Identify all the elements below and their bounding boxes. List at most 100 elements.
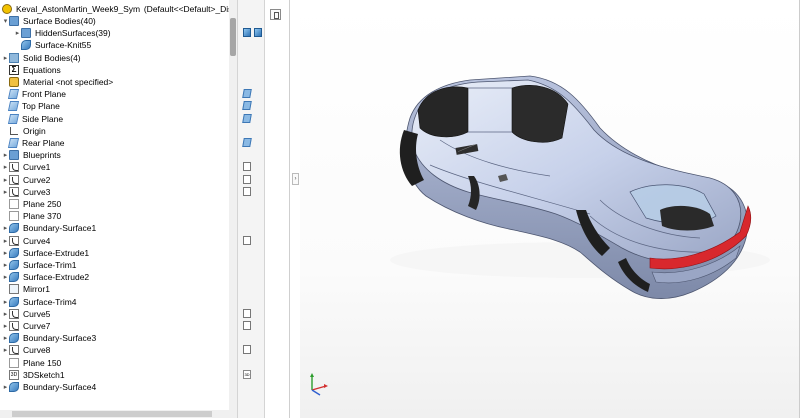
tree-item[interactable]: ▸ Surface-Extrude2 [0,271,229,283]
expand-arrow-icon[interactable]: ▸ [2,163,9,171]
tree-item-label: Curve8 [23,345,51,356]
expand-arrow-icon[interactable]: ▸ [2,383,9,391]
seat-left [417,86,469,138]
tree-item[interactable]: ▸ Curve5 [0,308,229,320]
tree-item[interactable]: ▸ Surface-Trim4 [0,296,229,308]
expand-arrow-icon[interactable]: ▸ [2,176,9,184]
tree-item[interactable]: ▸ Curve3 [0,186,229,198]
tree-item[interactable]: Rear Plane [0,137,229,149]
expand-arrow-icon[interactable]: ▸ [14,29,21,37]
plane-icon[interactable] [242,89,252,99]
expand-arrow-icon[interactable]: ▸ [2,322,9,330]
tree-item[interactable]: Σ Equations [0,64,229,76]
tree-item[interactable]: Plane 250 [0,198,229,210]
surface-body-icon[interactable] [243,28,251,38]
material-icon [9,77,19,87]
folder-icon [9,150,19,161]
tree-item[interactable]: Front Plane [0,88,229,100]
tree-item-label: Boundary-Surface3 [23,333,97,344]
tree-item[interactable]: ▸ Surface-Extrude1 [0,247,229,259]
tree-item[interactable]: Mirror1 [0,283,229,295]
expand-arrow-icon[interactable]: ▸ [2,224,9,232]
part-config: (Default<<Default>_Displa [143,4,229,14]
tree-item-label: Side Plane [22,113,64,124]
expand-arrow-icon[interactable]: ▸ [2,273,9,281]
tree-item[interactable]: ▸ Boundary-Surface3 [0,332,229,344]
tree-item[interactable]: ▸ Curve8 [0,344,229,356]
tree-scroll-thumb[interactable] [230,18,236,56]
curve-icon [9,186,19,197]
tree-item[interactable]: ▸ Curve4 [0,235,229,247]
tree-horizontal-scrollbar[interactable] [0,410,237,418]
expand-arrow-icon[interactable]: ▸ [2,346,9,354]
tree-item[interactable]: ▸ Surface-Trim1 [0,259,229,271]
tree-item[interactable]: ▸ HiddenSurfaces(39) [0,27,229,39]
tree-item[interactable]: ▸ Curve2 [0,174,229,186]
expand-arrow-icon[interactable]: ▾ [2,17,9,25]
expand-arrow-icon[interactable]: ▸ [2,298,9,306]
surface-icon [9,272,19,283]
tree-item[interactable]: ▸ Solid Bodies(4) [0,52,229,64]
tree-item[interactable]: ▸ Boundary-Surface1 [0,222,229,234]
tree-item[interactable]: Surface-Knit55 [0,39,229,51]
tree-hscroll-thumb[interactable] [12,411,212,417]
curve-icon[interactable] [243,235,251,245]
display-pane-icon[interactable] [270,9,281,20]
expand-arrow-icon[interactable]: ▸ [2,237,9,245]
folder-icon [9,16,19,26]
tree-item[interactable]: Origin [0,125,229,137]
plane-icon [7,138,20,148]
tree-vertical-scrollbar[interactable] [229,0,237,410]
tree-item-label: Blueprints [23,150,61,161]
tree-item[interactable]: Side Plane [0,113,229,125]
reference-triad-icon[interactable] [306,372,330,396]
surface-icon [9,247,19,258]
tree-item-label: Rear Plane [22,138,65,148]
tree-item[interactable]: ▸ Blueprints [0,149,229,161]
tree-item-label: Curve7 [23,321,51,331]
curve-icon[interactable] [243,162,251,172]
tree-item-label: HiddenSurfaces(39) [35,28,111,39]
panel-collapse-toggle[interactable]: › [292,173,299,185]
tree-root-part[interactable]: Keval_AstonMartin_Week9_Symmetry (Defaul… [0,3,229,15]
tree-item[interactable]: ▸ Curve1 [0,161,229,173]
expand-arrow-icon[interactable]: ▸ [2,310,9,318]
plane-icon[interactable] [242,101,252,111]
curve-icon[interactable] [243,321,251,330]
surface-icon [9,382,19,392]
3dsketch-icon[interactable]: 3D [243,369,251,379]
car-model-render [399,75,752,299]
tree-item-label: Surface-Extrude1 [23,247,90,258]
expand-arrow-icon[interactable]: ▸ [2,334,9,342]
expand-arrow-icon[interactable]: ▸ [2,188,9,196]
plane-icon[interactable] [242,113,252,123]
tree-item-label: Surface Bodies(40) [23,16,96,26]
tree-item[interactable]: Plane 150 [0,357,229,369]
tree-item-label: Mirror1 [23,284,50,295]
tree-item-label: Surface-Trim4 [23,296,77,307]
expand-arrow-icon[interactable]: ▸ [2,151,9,159]
surface-icon [21,40,31,51]
tree-item[interactable]: Plane 370 [0,210,229,222]
expand-arrow-icon[interactable]: ▸ [2,249,9,257]
folder-icon [21,28,31,39]
tree-item-label: Plane 250 [23,199,62,209]
tree-item[interactable]: Top Plane [0,100,229,112]
graphics-viewport[interactable] [300,0,800,418]
tree-item[interactable]: ▾ Surface Bodies(40) [0,15,229,27]
surface-body-icon[interactable] [254,28,262,38]
curve-icon[interactable] [243,186,251,196]
tree-item-label: Surface-Extrude2 [23,272,90,283]
tree-item-label: Curve5 [23,308,51,319]
curve-icon[interactable] [243,345,251,355]
curve-icon[interactable] [243,174,251,184]
tree-item[interactable]: ▸ Curve7 [0,320,229,332]
curve-icon [9,235,19,246]
tree-item[interactable]: 3D 3DSketch1 [0,369,229,381]
curve-icon[interactable] [243,308,251,318]
plane-icon[interactable] [242,138,252,147]
expand-arrow-icon[interactable]: ▸ [2,54,9,62]
tree-item[interactable]: Material <not specified> [0,76,229,88]
expand-arrow-icon[interactable]: ▸ [2,261,9,269]
tree-item[interactable]: ▸ Boundary-Surface4 [0,381,229,393]
